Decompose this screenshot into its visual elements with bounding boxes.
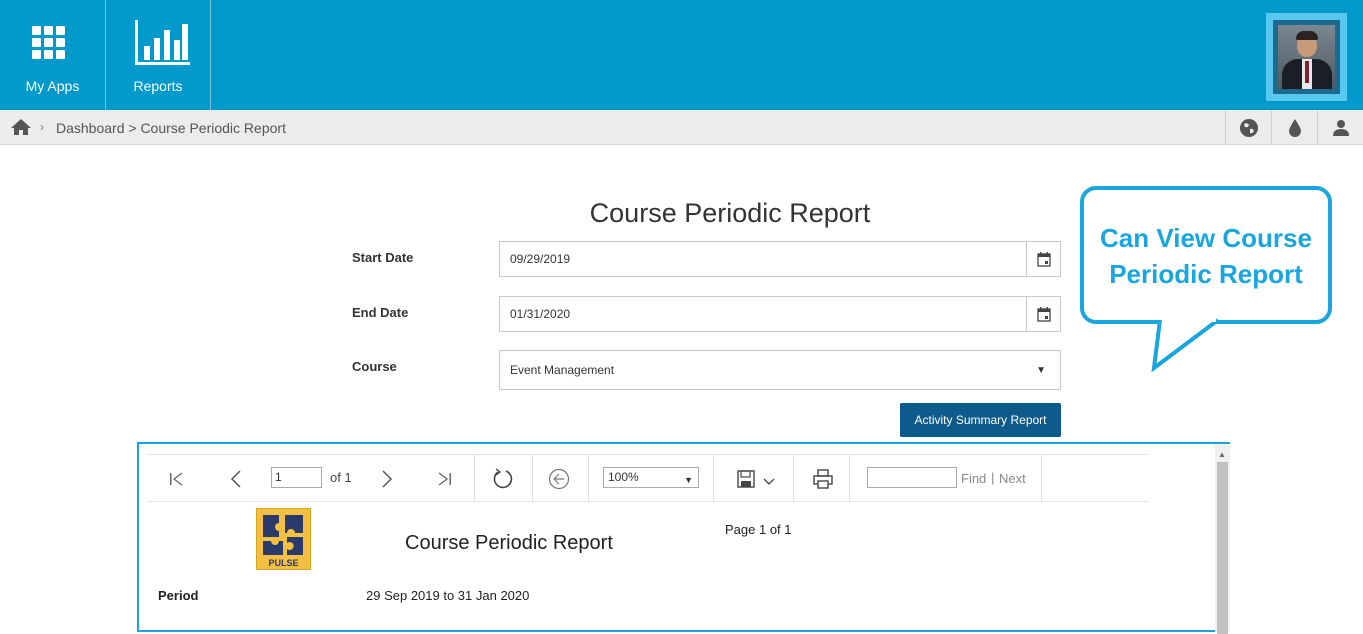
- top-app-bar: My Apps Reports: [0, 0, 1363, 110]
- find-separator: |: [991, 470, 995, 485]
- find-input[interactable]: [867, 467, 957, 488]
- chevron-right-icon: ›: [40, 120, 44, 134]
- viewer-toolbar: 1 of 1 100% ▼ Find | Next: [147, 454, 1148, 502]
- activity-summary-report-button[interactable]: Activity Summary Report: [900, 403, 1061, 437]
- course-label: Course: [352, 359, 397, 374]
- course-select[interactable]: Event Management ▼: [499, 350, 1061, 390]
- report-title: Course Periodic Report: [405, 532, 613, 554]
- previous-page-icon[interactable]: [224, 467, 248, 491]
- drop-icon: [1288, 118, 1301, 137]
- start-date-field[interactable]: 09/29/2019: [499, 241, 1061, 277]
- avatar[interactable]: [1266, 13, 1347, 101]
- vertical-scrollbar[interactable]: ▲: [1215, 444, 1230, 634]
- caret-down-icon: ▼: [684, 475, 693, 485]
- grid-icon: [32, 26, 66, 60]
- language-button[interactable]: [1225, 110, 1271, 145]
- user-icon: [1332, 119, 1349, 136]
- callout-line-1: Can View Course: [1100, 223, 1312, 253]
- home-icon[interactable]: [10, 118, 32, 136]
- period-value: 29 Sep 2019 to 31 Jan 2020: [366, 588, 530, 603]
- export-button[interactable]: [733, 467, 779, 491]
- last-page-icon[interactable]: [433, 467, 457, 491]
- save-icon: [737, 470, 755, 488]
- find-link[interactable]: Find: [961, 471, 986, 486]
- calendar-icon: [1036, 251, 1051, 267]
- reports-label: Reports: [133, 78, 183, 94]
- breadcrumb-bar: › Dashboard > Course Periodic Report: [0, 110, 1363, 145]
- end-date-calendar-button[interactable]: [1026, 297, 1060, 331]
- period-label: Period: [158, 588, 199, 603]
- next-link[interactable]: Next: [999, 471, 1026, 486]
- end-date-value: 01/31/2020: [510, 307, 571, 321]
- refresh-icon[interactable]: [491, 467, 515, 491]
- profile-button[interactable]: [1317, 110, 1363, 145]
- scroll-thumb[interactable]: [1217, 462, 1228, 634]
- scroll-up-icon[interactable]: ▲: [1218, 450, 1226, 459]
- end-date-field[interactable]: 01/31/2020: [499, 296, 1061, 332]
- globe-icon: [1239, 118, 1258, 137]
- report-page-info: Page 1 of 1: [725, 522, 792, 537]
- course-value: Event Management: [510, 363, 615, 377]
- print-icon[interactable]: [811, 467, 835, 491]
- breadcrumb: Dashboard > Course Periodic Report: [56, 120, 286, 136]
- zoom-value: 100%: [608, 470, 639, 484]
- end-date-label: End Date: [352, 305, 409, 320]
- start-date-value: 09/29/2019: [510, 252, 571, 266]
- page-title: Course Periodic Report: [589, 198, 871, 228]
- next-page-icon[interactable]: [375, 467, 399, 491]
- start-date-calendar-button[interactable]: [1026, 242, 1060, 276]
- my-apps-label: My Apps: [25, 78, 80, 94]
- page-number-input[interactable]: 1: [271, 467, 322, 488]
- callout-line-2: Periodic Report: [1109, 259, 1303, 289]
- zoom-select[interactable]: 100% ▼: [603, 467, 699, 488]
- page-count: of 1: [330, 470, 352, 485]
- report-viewer: 1 of 1 100% ▼ Find | Next PULSE Course P…: [137, 442, 1230, 634]
- theme-button[interactable]: [1271, 110, 1317, 145]
- my-apps-tile[interactable]: My Apps: [0, 0, 106, 110]
- back-icon[interactable]: [547, 467, 571, 491]
- user-photo: [1278, 25, 1335, 89]
- reports-tile[interactable]: Reports: [106, 0, 211, 110]
- calendar-icon: [1036, 306, 1051, 322]
- chevron-down-icon: [763, 478, 775, 485]
- bar-chart-icon: [135, 20, 190, 65]
- caret-down-icon: ▼: [1036, 365, 1046, 376]
- callout-tail: [1151, 318, 1220, 372]
- pulse-logo: PULSE: [256, 508, 311, 570]
- callout-bubble: Can View Course Periodic Report: [1080, 186, 1332, 324]
- first-page-icon[interactable]: [164, 467, 188, 491]
- start-date-label: Start Date: [352, 250, 414, 265]
